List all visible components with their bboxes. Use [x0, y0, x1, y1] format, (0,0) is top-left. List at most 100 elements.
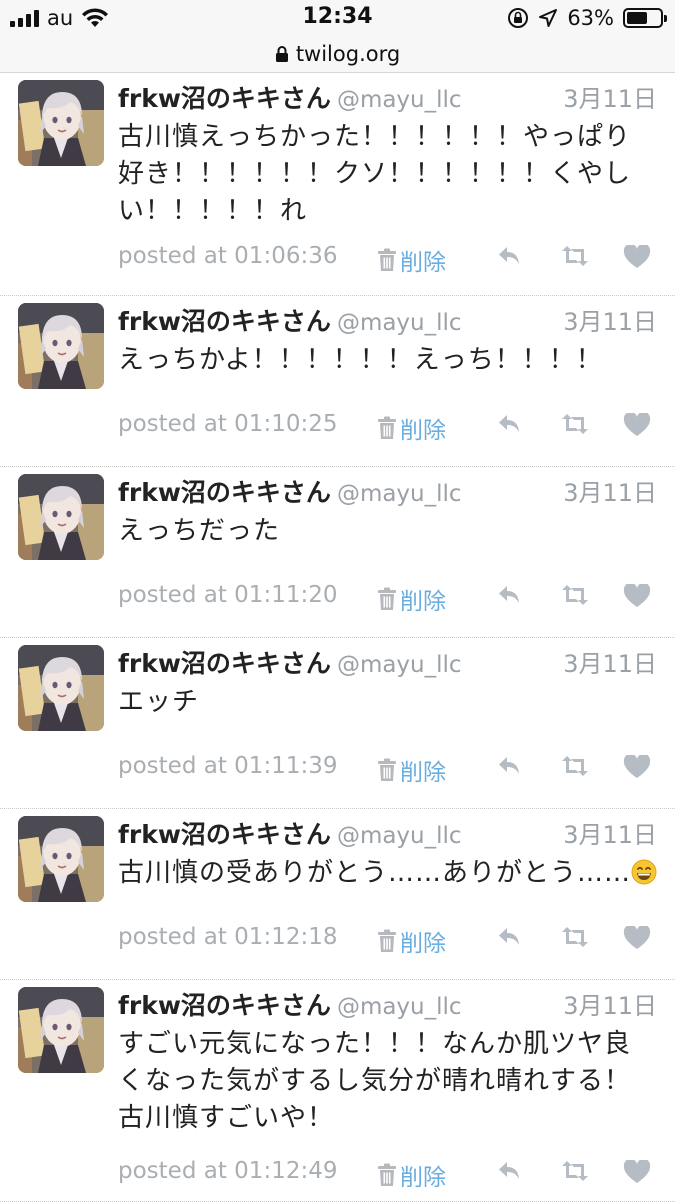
heart-icon[interactable] — [623, 245, 651, 269]
display-name[interactable]: frkw沼のキキさん — [118, 307, 331, 336]
retweet-icon[interactable] — [561, 926, 589, 948]
delete-label: 削除 — [400, 250, 446, 276]
posted-time: 01:12:49 — [234, 1158, 338, 1184]
tweet-footer: posted at 01:12:18 削除 — [118, 924, 657, 958]
tweet-header: frkw沼のキキさん @mayu_llc 3月11日 — [118, 815, 657, 849]
trash-icon — [378, 758, 396, 781]
posted-at-label: posted at — [118, 924, 227, 950]
user-handle[interactable]: @mayu_llc — [337, 823, 462, 849]
tweet-header: frkw沼のキキさん @mayu_llc 3月11日 — [118, 302, 657, 336]
posted-time: 01:11:39 — [234, 753, 338, 779]
avatar[interactable] — [18, 303, 104, 389]
heart-icon[interactable] — [623, 584, 651, 608]
tweet-date[interactable]: 3月11日 — [563, 473, 657, 508]
tweet-item: frkw沼のキキさん @mayu_llc 3月11日 古川慎の受ありがとう……あり… — [0, 809, 675, 980]
tweet-footer: posted at 01:10:25 削除 — [118, 411, 657, 445]
display-name[interactable]: frkw沼のキキさん — [118, 820, 331, 849]
posted-at[interactable]: posted at 01:06:36 — [118, 243, 337, 269]
posted-at[interactable]: posted at 01:12:49 — [118, 1158, 337, 1184]
display-name[interactable]: frkw沼のキキさん — [118, 991, 331, 1020]
posted-at-label: posted at — [118, 243, 227, 269]
tweet-text: 古川慎えっちかった！！！！！！やっぱり好き！！！！！！クソ！！！！！！くやしい！… — [118, 119, 657, 230]
avatar[interactable] — [18, 80, 104, 166]
tweet-date[interactable]: 3月11日 — [563, 302, 657, 337]
posted-at[interactable]: posted at 01:12:18 — [118, 924, 337, 950]
trash-icon — [378, 929, 396, 952]
reply-icon[interactable] — [498, 755, 522, 777]
tweet-date[interactable]: 3月11日 — [563, 815, 657, 850]
tweet-date[interactable]: 3月11日 — [563, 644, 657, 679]
delete-button[interactable]: 削除 — [376, 582, 446, 616]
delete-button[interactable]: 削除 — [376, 753, 446, 787]
delete-button[interactable]: 削除 — [376, 243, 446, 277]
tweet-text: えっちだった — [118, 513, 657, 550]
reply-icon[interactable] — [498, 413, 522, 435]
heart-icon[interactable] — [623, 1160, 651, 1184]
posted-at-label: posted at — [118, 753, 227, 779]
display-name[interactable]: frkw沼のキキさん — [118, 478, 331, 507]
tweet-text-content: すごい元気になった！！！なんか肌ツヤ良くなった気がするし気分が晴れ晴れする！古川… — [118, 1029, 632, 1133]
url-text[interactable]: twilog.org — [296, 42, 400, 66]
delete-button[interactable]: 削除 — [376, 1158, 446, 1192]
avatar[interactable] — [18, 645, 104, 731]
tweet-date[interactable]: 3月11日 — [563, 79, 657, 114]
trash-icon — [378, 248, 396, 271]
posted-at[interactable]: posted at 01:11:39 — [118, 753, 337, 779]
reply-icon[interactable] — [498, 926, 522, 948]
user-handle[interactable]: @mayu_llc — [337, 481, 462, 507]
status-bar: au 12:34 63% — [0, 0, 675, 36]
display-name[interactable]: frkw沼のキキさん — [118, 649, 331, 678]
tweet-header: frkw沼のキキさん @mayu_llc 3月11日 — [118, 473, 657, 507]
heart-icon[interactable] — [623, 926, 651, 950]
tweet-header: frkw沼のキキさん @mayu_llc 3月11日 — [118, 986, 657, 1020]
address-bar[interactable]: twilog.org — [0, 36, 675, 73]
delete-button[interactable]: 削除 — [376, 411, 446, 445]
battery-percentage: 63% — [567, 6, 614, 30]
delete-label: 削除 — [400, 931, 446, 957]
tweet-text-content: 古川慎えっちかった！！！！！！やっぱり好き！！！！！！クソ！！！！！！くやしい！… — [118, 122, 632, 226]
display-name[interactable]: frkw沼のキキさん — [118, 84, 331, 113]
reply-icon[interactable] — [498, 245, 522, 267]
posted-at[interactable]: posted at 01:11:20 — [118, 582, 337, 608]
retweet-icon[interactable] — [561, 413, 589, 435]
tweet-date[interactable]: 3月11日 — [563, 986, 657, 1021]
posted-time: 01:11:20 — [234, 582, 338, 608]
retweet-icon[interactable] — [561, 245, 589, 267]
orientation-lock-icon — [508, 8, 529, 28]
delete-label: 削除 — [400, 589, 446, 615]
heart-icon[interactable] — [623, 755, 651, 779]
retweet-icon[interactable] — [561, 584, 589, 606]
avatar[interactable] — [18, 987, 104, 1073]
trash-icon — [378, 416, 396, 439]
battery-level — [627, 12, 648, 24]
heart-icon[interactable] — [623, 413, 651, 437]
avatar[interactable] — [18, 474, 104, 560]
posted-at[interactable]: posted at 01:10:25 — [118, 411, 337, 437]
tweet-item: frkw沼のキキさん @mayu_llc 3月11日 えっちかよ！！！！！！えっち… — [0, 296, 675, 467]
avatar[interactable] — [18, 816, 104, 902]
tweet-text: すごい元気になった！！！なんか肌ツヤ良くなった気がするし気分が晴れ晴れする！古川… — [118, 1026, 657, 1137]
tweet-text-content: えっちかよ！！！！！！えっち！！！！ — [118, 345, 603, 375]
reply-icon[interactable] — [498, 584, 522, 606]
user-handle[interactable]: @mayu_llc — [337, 87, 462, 113]
tweet-text-content: エッチ — [118, 687, 200, 717]
tweet-item: frkw沼のキキさん @mayu_llc 3月11日 エッチ posted at … — [0, 638, 675, 809]
tweet-footer: posted at 01:11:20 削除 — [118, 582, 657, 616]
tweet-header: frkw沼のキキさん @mayu_llc 3月11日 — [118, 644, 657, 678]
tweet-text: エッチ — [118, 684, 657, 721]
retweet-icon[interactable] — [561, 1160, 589, 1182]
delete-label: 削除 — [400, 418, 446, 444]
posted-time: 01:06:36 — [234, 243, 338, 269]
reply-icon[interactable] — [498, 1160, 522, 1182]
retweet-icon[interactable] — [561, 755, 589, 777]
grinning-face-emoji — [631, 859, 657, 885]
tweet-item: frkw沼のキキさん @mayu_llc 3月11日 えっちだった posted … — [0, 467, 675, 638]
user-handle[interactable]: @mayu_llc — [337, 652, 462, 678]
delete-button[interactable]: 削除 — [376, 924, 446, 958]
trash-icon — [378, 587, 396, 610]
delete-label: 削除 — [400, 760, 446, 786]
delete-label: 削除 — [400, 1165, 446, 1191]
user-handle[interactable]: @mayu_llc — [337, 310, 462, 336]
user-handle[interactable]: @mayu_llc — [337, 994, 462, 1020]
posted-at-label: posted at — [118, 411, 227, 437]
